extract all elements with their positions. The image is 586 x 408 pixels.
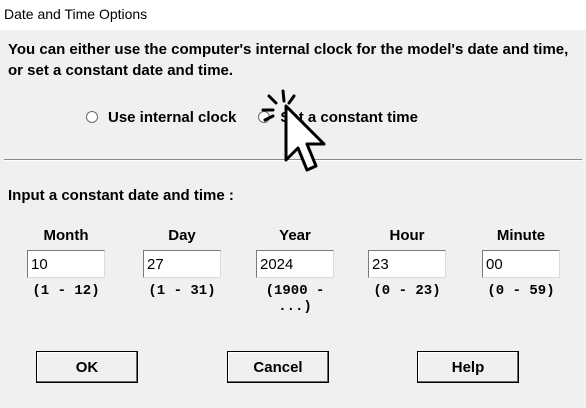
field-range: (1 - 12) (32, 283, 100, 299)
title-bar: Date and Time Options (0, 0, 586, 30)
year-input[interactable] (256, 250, 334, 278)
hour-field: Hour (0 - 23) (368, 227, 446, 299)
hour-input[interactable] (368, 250, 446, 278)
field-range: (0 - 23) (373, 283, 441, 299)
radio-button-icon[interactable] (258, 111, 271, 123)
radio-use-internal-clock[interactable]: Use internal clock (86, 109, 236, 126)
field-label: Month (43, 227, 89, 244)
dialog-body: You can either use the computer's intern… (0, 30, 586, 408)
month-field: Month (1 - 12) (27, 227, 105, 299)
separator (4, 159, 582, 161)
year-field: Year (1900 - ...) (256, 227, 334, 315)
ok-button[interactable]: OK (36, 351, 138, 383)
field-label: Hour (389, 227, 425, 244)
field-label: Year (279, 227, 311, 244)
clock-option-group: Use internal clock Set a constant time (86, 105, 418, 129)
field-label: Day (168, 227, 196, 244)
help-button[interactable]: Help (417, 351, 519, 383)
radio-label: Set a constant time (280, 108, 418, 126)
field-range: (1 - 31) (148, 283, 216, 299)
radio-set-constant-time[interactable]: Set a constant time (258, 109, 418, 126)
window-title: Date and Time Options (4, 6, 148, 22)
field-range: (1900 - ...) (265, 283, 325, 315)
field-label: Minute (496, 227, 546, 244)
radio-button-icon[interactable] (86, 111, 98, 123)
day-field: Day (1 - 31) (143, 227, 221, 299)
cancel-button[interactable]: Cancel (227, 351, 329, 383)
radio-label: Use internal clock (108, 108, 237, 126)
minute-input[interactable] (482, 250, 560, 278)
month-input[interactable] (27, 250, 105, 278)
intro-text: You can either use the computer's intern… (8, 41, 569, 79)
day-input[interactable] (143, 250, 221, 278)
minute-field: Minute (0 - 59) (482, 227, 560, 299)
constant-section-label: Input a constant date and time : (8, 187, 234, 204)
field-range: (0 - 59) (487, 283, 555, 299)
